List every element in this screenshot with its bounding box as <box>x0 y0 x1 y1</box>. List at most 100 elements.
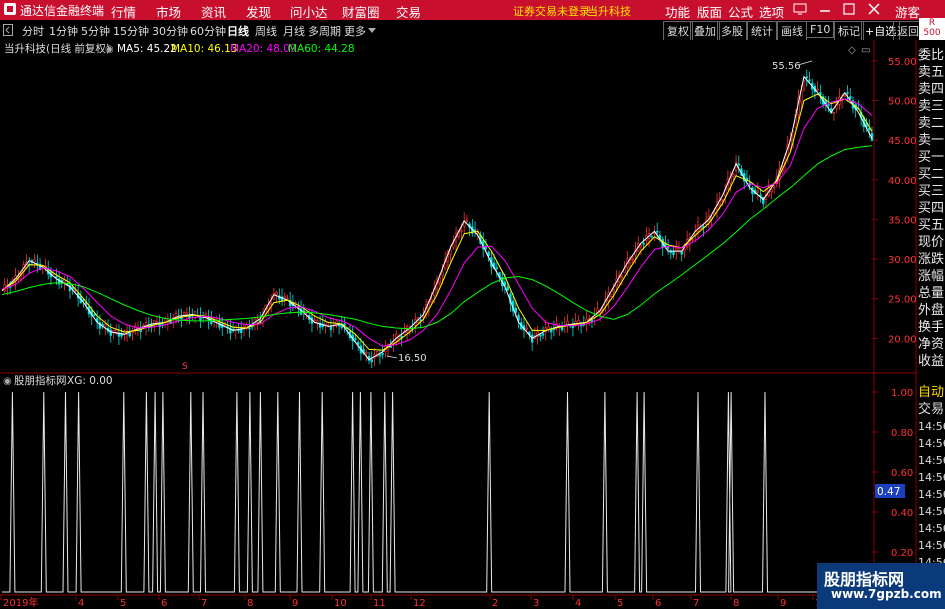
menu-zixun[interactable]: 资讯 <box>201 2 226 21</box>
mark-button[interactable]: 标记 <box>834 21 864 41</box>
ind-side-label-1[interactable]: 交易 <box>918 401 945 418</box>
candle-body-158 <box>430 299 433 303</box>
candle-body-124 <box>337 324 341 327</box>
sidebar-toggle-icon[interactable] <box>3 24 13 36</box>
tab-more[interactable]: 更多 <box>344 23 366 39</box>
candle-body-171 <box>465 219 469 222</box>
tab-30min[interactable]: 30分钟 <box>152 23 188 39</box>
candle-body-162 <box>441 271 444 276</box>
menu-shichang[interactable]: 市场 <box>156 2 181 21</box>
quote-label-16: 换手 <box>918 320 945 335</box>
indicator-icon[interactable]: ◉ <box>3 376 12 387</box>
menu-wenxiaoda[interactable]: 问小达 <box>290 2 328 21</box>
stats-button[interactable]: 统计 <box>747 21 777 41</box>
quote-label-2: 卖四 <box>918 82 945 97</box>
maximize-icon[interactable] <box>842 2 856 16</box>
price-tick-7: 20.00 <box>888 334 917 345</box>
kline-chart[interactable]: 当升科技(日线 前复权) ◉ MA5: 45.22 MA10: 46.13 MA… <box>0 40 945 609</box>
tab-weekly[interactable]: 周线 <box>255 23 277 39</box>
candle-body-296 <box>805 76 808 79</box>
minimize-icon[interactable] <box>818 2 832 16</box>
tab-daily[interactable]: 日线 <box>227 23 249 39</box>
candle-body-119 <box>324 321 327 326</box>
low-label: 16.50 <box>398 353 427 364</box>
quote-label-10: 买五 <box>918 218 945 233</box>
menu-gongshi[interactable]: 公式 <box>728 2 753 21</box>
ind-side-label-4: 14:56 <box>918 454 945 467</box>
tab-multi-period[interactable]: 多周期 <box>308 23 341 39</box>
login-notice[interactable]: 证券交易未登录 <box>513 3 590 19</box>
app-title: 通达信金融终端 <box>20 4 105 18</box>
diamond-icon[interactable]: ◇ <box>848 45 856 56</box>
ind-tick-3: 0.40 <box>891 508 913 519</box>
quote-label-18: 收益 <box>918 354 945 369</box>
candle-body-304 <box>827 104 830 106</box>
candle-body-189 <box>514 307 518 313</box>
candle-body-283 <box>770 189 773 192</box>
tab-monthly[interactable]: 月线 <box>283 23 305 39</box>
menu-caifuquan[interactable]: 财富圈 <box>342 2 380 21</box>
ind-tick-0: 1.00 <box>891 388 913 399</box>
candle-body-131 <box>356 341 360 345</box>
candle-body-193 <box>525 327 528 330</box>
menu-faxian[interactable]: 发现 <box>246 2 271 21</box>
menu-hangqing[interactable]: 行情 <box>111 2 136 21</box>
candle-body-186 <box>506 286 509 291</box>
tab-15min[interactable]: 15分钟 <box>113 23 149 39</box>
time-tick-3: 6 <box>161 598 167 609</box>
badge-line1: R <box>928 18 936 28</box>
price-tick-2: 45.00 <box>888 136 917 147</box>
quote-label-13: 涨幅 <box>918 269 945 284</box>
indicator-side-panel: 自动交易 14:56 14:56 14:56 14:56 14:56 14:56 14:56 1… <box>918 384 945 588</box>
draw-line-button[interactable]: 画线 <box>777 21 807 41</box>
time-tick-5: 8 <box>247 598 253 609</box>
candle-body-297 <box>808 79 811 82</box>
ind-side-label-9: 14:56 <box>918 539 945 552</box>
tab-fenshi[interactable]: 分时 <box>22 23 44 39</box>
monitor-icon[interactable] <box>793 2 807 16</box>
candle-body-202 <box>549 329 553 333</box>
close-icon[interactable] <box>867 2 881 16</box>
ind-tick-2: 0.60 <box>891 468 913 479</box>
candle-body-116 <box>316 320 319 323</box>
ma60-label: MA60: 44.28 <box>288 43 355 55</box>
time-tick-7: 10 <box>334 598 347 609</box>
candle-body-42 <box>114 329 118 333</box>
time-tick-11: 3 <box>533 598 539 609</box>
candle-body-130 <box>354 338 357 340</box>
window-restore-icon[interactable]: ▭ <box>861 45 870 56</box>
candle-body-101 <box>275 291 278 295</box>
price-tick-6: 25.00 <box>888 295 917 306</box>
candle-body-155 <box>422 315 425 318</box>
account-badge[interactable]: R 500 <box>919 18 945 40</box>
overlay-button[interactable]: 叠加 <box>690 21 720 41</box>
f10-button[interactable]: F10 <box>806 21 835 38</box>
menu-banmian[interactable]: 版面 <box>697 2 722 21</box>
more-dropdown-icon[interactable] <box>368 28 376 33</box>
quote-label-11: 现价 <box>918 235 945 250</box>
quote-side-panel: 委比 卖五 卖四 卖三 卖二 卖一 买一 买二 买三 买四 买五 现价 涨跌 涨幅 总量 外盘 换手 净资 收益 <box>918 47 945 370</box>
candle-body-174 <box>473 229 477 231</box>
ind-side-label-5: 14:56 <box>918 471 945 484</box>
title-bar: 通达信金融终端 行情 市场 资讯 发现 问小达 财富圈 交易 证券交易未登录 当… <box>0 0 945 20</box>
menu-gongneng[interactable]: 功能 <box>665 2 690 21</box>
quote-label-4: 卖二 <box>918 116 945 131</box>
tab-60min[interactable]: 60分钟 <box>190 23 226 39</box>
multi-stock-button[interactable]: 多股 <box>717 21 747 41</box>
ma-icon[interactable]: ◉ <box>105 44 114 55</box>
candle-body-198 <box>539 334 542 337</box>
tab-5min[interactable]: 5分钟 <box>81 23 110 39</box>
user-label[interactable]: 游客 <box>895 2 920 21</box>
candle-body-269 <box>732 173 735 177</box>
menu-xuanxiang[interactable]: 选项 <box>759 2 784 21</box>
menu-jiaoyi[interactable]: 交易 <box>396 2 421 21</box>
fuquan-button[interactable]: 复权 <box>663 21 693 41</box>
candle-body-265 <box>721 199 724 201</box>
quote-label-1: 卖五 <box>918 65 945 80</box>
candle-body-134 <box>365 351 368 354</box>
tab-1min[interactable]: 1分钟 <box>49 23 78 39</box>
time-tick-6: 9 <box>292 598 298 609</box>
candle-body-247 <box>672 250 675 255</box>
time-tick-12: 4 <box>575 598 581 609</box>
ind-side-label-0[interactable]: 自动 <box>918 384 945 401</box>
